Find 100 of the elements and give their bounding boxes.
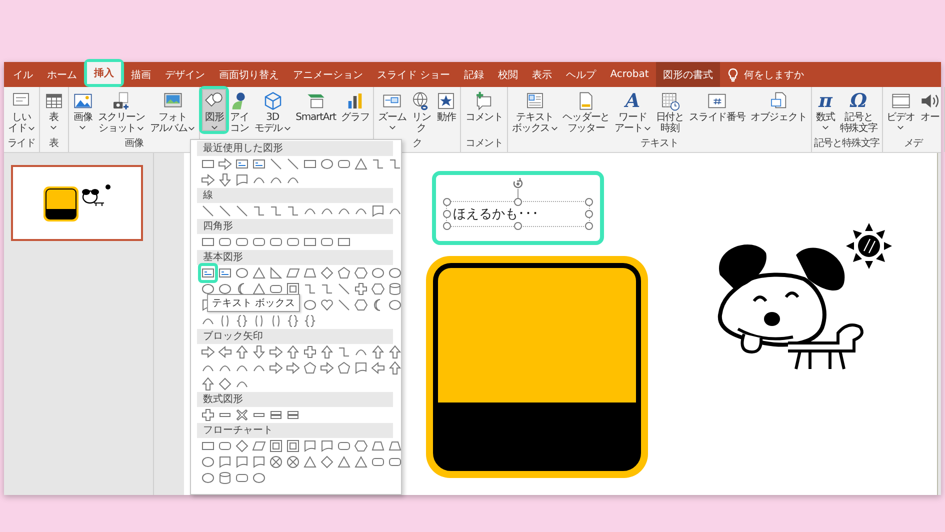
document-icon[interactable] xyxy=(320,439,334,453)
text-box-icon[interactable] xyxy=(252,157,266,171)
right-arrow-icon[interactable] xyxy=(269,345,283,359)
line-icon[interactable] xyxy=(218,204,232,218)
ribbon-tab[interactable]: 画面切り替え xyxy=(212,62,286,87)
rectangle-icon[interactable] xyxy=(201,157,215,171)
triangle-icon[interactable] xyxy=(354,455,368,469)
up-arrow-icon[interactable] xyxy=(371,345,385,359)
ribbon-button[interactable]: 画像 xyxy=(70,89,95,131)
up-arrow-icon[interactable] xyxy=(320,345,334,359)
hexagon-icon[interactable] xyxy=(354,298,368,312)
circle-cross-icon[interactable] xyxy=(269,455,283,469)
ribbon-button[interactable]: 図形 xyxy=(202,89,226,131)
ribbon-button[interactable]: Ω 記号と 特殊文字 xyxy=(838,89,880,135)
rectangle-icon[interactable] xyxy=(303,235,317,249)
ribbon-button[interactable]: A ワード アート xyxy=(612,89,653,135)
frame-icon[interactable] xyxy=(286,439,300,453)
equals-icon[interactable] xyxy=(286,408,300,422)
rectangle-icon[interactable] xyxy=(201,235,215,249)
elbow-connector-icon[interactable] xyxy=(388,157,401,171)
left-arrow-icon[interactable] xyxy=(371,361,385,375)
text-box[interactable]: ほえるかも･･･ xyxy=(446,201,590,227)
trapezoid-icon[interactable] xyxy=(388,439,401,453)
document-icon[interactable] xyxy=(235,455,249,469)
rectangle-icon[interactable] xyxy=(201,439,215,453)
elbow-connector-icon[interactable] xyxy=(286,204,300,218)
resize-handle[interactable] xyxy=(514,198,522,206)
ribbon-button[interactable]: 3D モデル xyxy=(252,89,293,135)
ribbon-tab[interactable]: 図形の書式 xyxy=(656,62,720,87)
ribbon-button[interactable]: ビデオ xyxy=(884,89,917,131)
ribbon-button[interactable]: コメント xyxy=(463,89,505,124)
ribbon-button[interactable]: 日付と 時刻 xyxy=(654,89,686,135)
right-arrow-icon[interactable] xyxy=(269,361,283,375)
tell-me-button[interactable]: 何をしますか xyxy=(720,62,812,87)
elbow-connector-icon[interactable] xyxy=(320,282,334,296)
ribbon-button[interactable]: π 数式 xyxy=(814,89,837,131)
rounded-rectangle-icon[interactable] xyxy=(320,235,334,249)
ribbon-tab[interactable]: デザイン xyxy=(158,62,212,87)
rounded-rectangle-icon[interactable] xyxy=(218,439,232,453)
up-arrow-icon[interactable] xyxy=(235,345,249,359)
pentagon-icon[interactable] xyxy=(303,361,317,375)
rounded-rectangle-icon[interactable] xyxy=(235,235,249,249)
oval-icon[interactable] xyxy=(201,282,215,296)
slide-thumbnail[interactable] xyxy=(11,165,143,241)
ribbon-button[interactable]: グラフ xyxy=(338,89,372,124)
ribbon-button[interactable]: フォト アルバム xyxy=(148,89,198,135)
elbow-connector-icon[interactable] xyxy=(337,345,351,359)
left-arrow-icon[interactable] xyxy=(218,345,232,359)
heart-icon[interactable] xyxy=(320,298,334,312)
right-triangle-icon[interactable] xyxy=(269,266,283,280)
document-icon[interactable] xyxy=(371,204,385,218)
ribbon-tab[interactable]: 描画 xyxy=(124,62,158,87)
oval-icon[interactable] xyxy=(201,455,215,469)
triangle-icon[interactable] xyxy=(337,455,351,469)
rounded-rectangle-icon[interactable] xyxy=(371,455,385,469)
oval-icon[interactable] xyxy=(320,157,334,171)
line-icon[interactable] xyxy=(286,157,300,171)
rounded-rectangle-icon[interactable] xyxy=(235,471,249,485)
line-icon[interactable] xyxy=(337,282,351,296)
rounded-rectangle-icon[interactable] xyxy=(218,235,232,249)
ribbon-button[interactable]: アイ コン xyxy=(227,89,252,135)
line-icon[interactable] xyxy=(337,298,351,312)
pentagon-icon[interactable] xyxy=(337,361,351,375)
line-icon[interactable] xyxy=(235,204,249,218)
rotate-handle-icon[interactable] xyxy=(511,177,525,201)
braces-icon[interactable] xyxy=(286,314,300,328)
ribbon-button[interactable]: オブジェクト xyxy=(748,89,809,124)
right-arrow-icon[interactable] xyxy=(201,345,215,359)
ribbon-button[interactable]: オー xyxy=(918,89,942,124)
oval-icon[interactable] xyxy=(371,266,385,280)
circle-cross-icon[interactable] xyxy=(286,455,300,469)
right-arrow-icon[interactable] xyxy=(201,173,215,187)
oval-icon[interactable] xyxy=(388,266,401,280)
ribbon-button[interactable]: ズーム xyxy=(376,89,408,131)
plus-icon[interactable] xyxy=(303,345,317,359)
document-icon[interactable] xyxy=(252,455,266,469)
plus-icon[interactable] xyxy=(354,282,368,296)
up-arrow-icon[interactable] xyxy=(201,377,215,391)
document-icon[interactable] xyxy=(218,455,232,469)
cylinder-icon[interactable] xyxy=(388,282,401,296)
rounded-rectangle-icon[interactable] xyxy=(388,455,401,469)
up-arrow-icon[interactable] xyxy=(286,345,300,359)
diamond-icon[interactable] xyxy=(320,455,334,469)
oval-icon[interactable] xyxy=(303,298,317,312)
ribbon-button[interactable]: 表 xyxy=(42,89,66,131)
document-icon[interactable] xyxy=(235,173,249,187)
elbow-connector-icon[interactable] xyxy=(252,204,266,218)
ribbon-tab[interactable]: 校閲 xyxy=(491,62,526,87)
triangle-icon[interactable] xyxy=(354,157,368,171)
rounded-rectangle-icon[interactable] xyxy=(286,235,300,249)
oval-icon[interactable] xyxy=(235,266,249,280)
oval-icon[interactable] xyxy=(201,471,215,485)
ribbon-tab[interactable]: イル xyxy=(6,62,40,87)
ribbon-button[interactable]: スクリーン ショット xyxy=(96,89,147,135)
rectangle-icon[interactable] xyxy=(337,235,351,249)
rounded-rectangle-icon[interactable] xyxy=(337,439,351,453)
braces-icon[interactable] xyxy=(235,314,249,328)
ribbon-tab[interactable]: スライド ショー xyxy=(370,62,458,87)
ribbon-button[interactable]: テキスト ボックス xyxy=(510,89,560,135)
triangle-icon[interactable] xyxy=(252,266,266,280)
